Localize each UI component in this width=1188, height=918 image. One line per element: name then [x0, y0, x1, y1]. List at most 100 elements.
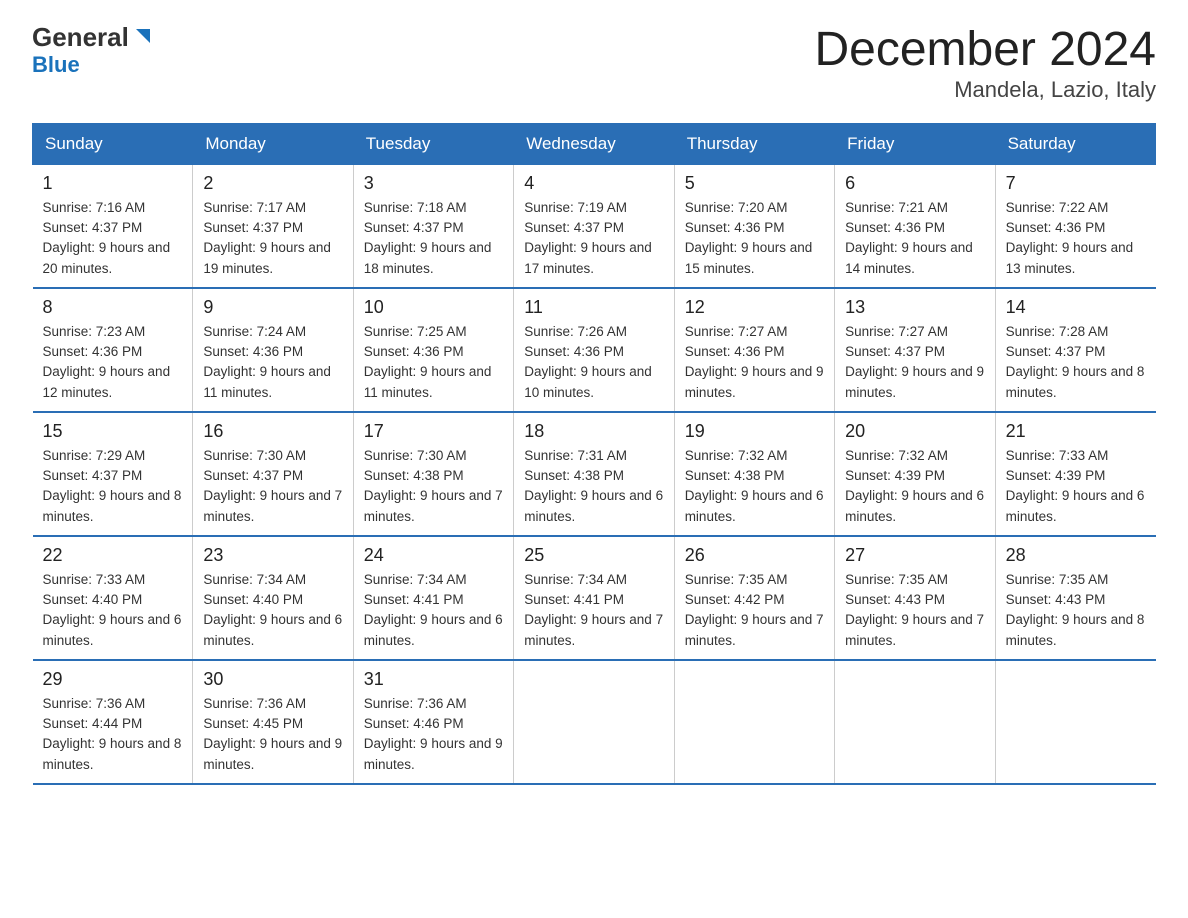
- day-info: Sunrise: 7:27 AM Sunset: 4:37 PM Dayligh…: [845, 322, 984, 403]
- day-info: Sunrise: 7:35 AM Sunset: 4:43 PM Dayligh…: [1006, 570, 1146, 651]
- title-block: December 2024 Mandela, Lazio, Italy: [814, 24, 1156, 103]
- day-info: Sunrise: 7:36 AM Sunset: 4:44 PM Dayligh…: [43, 694, 183, 775]
- calendar-day-cell: 9 Sunrise: 7:24 AM Sunset: 4:36 PM Dayli…: [193, 288, 353, 412]
- calendar-week-row: 29 Sunrise: 7:36 AM Sunset: 4:44 PM Dayl…: [33, 660, 1156, 784]
- calendar-day-cell: 7 Sunrise: 7:22 AM Sunset: 4:36 PM Dayli…: [995, 164, 1155, 288]
- day-number: 12: [685, 297, 824, 318]
- weekday-header-tuesday: Tuesday: [353, 123, 513, 164]
- calendar-day-cell: 22 Sunrise: 7:33 AM Sunset: 4:40 PM Dayl…: [33, 536, 193, 660]
- calendar-week-row: 8 Sunrise: 7:23 AM Sunset: 4:36 PM Dayli…: [33, 288, 1156, 412]
- day-number: 14: [1006, 297, 1146, 318]
- day-number: 28: [1006, 545, 1146, 566]
- calendar-day-cell: 24 Sunrise: 7:34 AM Sunset: 4:41 PM Dayl…: [353, 536, 513, 660]
- day-number: 23: [203, 545, 342, 566]
- weekday-header-sunday: Sunday: [33, 123, 193, 164]
- day-number: 18: [524, 421, 663, 442]
- day-info: Sunrise: 7:23 AM Sunset: 4:36 PM Dayligh…: [43, 322, 183, 403]
- day-info: Sunrise: 7:27 AM Sunset: 4:36 PM Dayligh…: [685, 322, 824, 403]
- calendar-week-row: 15 Sunrise: 7:29 AM Sunset: 4:37 PM Dayl…: [33, 412, 1156, 536]
- day-number: 9: [203, 297, 342, 318]
- day-info: Sunrise: 7:33 AM Sunset: 4:39 PM Dayligh…: [1006, 446, 1146, 527]
- day-info: Sunrise: 7:28 AM Sunset: 4:37 PM Dayligh…: [1006, 322, 1146, 403]
- calendar-day-cell: 26 Sunrise: 7:35 AM Sunset: 4:42 PM Dayl…: [674, 536, 834, 660]
- day-info: Sunrise: 7:32 AM Sunset: 4:39 PM Dayligh…: [845, 446, 984, 527]
- day-number: 29: [43, 669, 183, 690]
- weekday-header-saturday: Saturday: [995, 123, 1155, 164]
- calendar-empty-cell: [514, 660, 674, 784]
- calendar-day-cell: 2 Sunrise: 7:17 AM Sunset: 4:37 PM Dayli…: [193, 164, 353, 288]
- day-info: Sunrise: 7:25 AM Sunset: 4:36 PM Dayligh…: [364, 322, 503, 403]
- day-number: 7: [1006, 173, 1146, 194]
- day-info: Sunrise: 7:24 AM Sunset: 4:36 PM Dayligh…: [203, 322, 342, 403]
- weekday-header-monday: Monday: [193, 123, 353, 164]
- calendar-day-cell: 8 Sunrise: 7:23 AM Sunset: 4:36 PM Dayli…: [33, 288, 193, 412]
- day-info: Sunrise: 7:36 AM Sunset: 4:45 PM Dayligh…: [203, 694, 342, 775]
- day-number: 15: [43, 421, 183, 442]
- day-info: Sunrise: 7:31 AM Sunset: 4:38 PM Dayligh…: [524, 446, 663, 527]
- day-info: Sunrise: 7:34 AM Sunset: 4:41 PM Dayligh…: [524, 570, 663, 651]
- calendar-day-cell: 19 Sunrise: 7:32 AM Sunset: 4:38 PM Dayl…: [674, 412, 834, 536]
- day-number: 2: [203, 173, 342, 194]
- calendar-day-cell: 30 Sunrise: 7:36 AM Sunset: 4:45 PM Dayl…: [193, 660, 353, 784]
- logo-blue: Blue: [32, 52, 80, 78]
- day-info: Sunrise: 7:32 AM Sunset: 4:38 PM Dayligh…: [685, 446, 824, 527]
- day-info: Sunrise: 7:21 AM Sunset: 4:36 PM Dayligh…: [845, 198, 984, 279]
- day-number: 20: [845, 421, 984, 442]
- day-number: 21: [1006, 421, 1146, 442]
- calendar-day-cell: 31 Sunrise: 7:36 AM Sunset: 4:46 PM Dayl…: [353, 660, 513, 784]
- calendar-day-cell: 17 Sunrise: 7:30 AM Sunset: 4:38 PM Dayl…: [353, 412, 513, 536]
- day-info: Sunrise: 7:16 AM Sunset: 4:37 PM Dayligh…: [43, 198, 183, 279]
- day-number: 1: [43, 173, 183, 194]
- day-info: Sunrise: 7:34 AM Sunset: 4:40 PM Dayligh…: [203, 570, 342, 651]
- calendar-week-row: 22 Sunrise: 7:33 AM Sunset: 4:40 PM Dayl…: [33, 536, 1156, 660]
- day-info: Sunrise: 7:35 AM Sunset: 4:42 PM Dayligh…: [685, 570, 824, 651]
- day-number: 31: [364, 669, 503, 690]
- day-number: 10: [364, 297, 503, 318]
- day-info: Sunrise: 7:17 AM Sunset: 4:37 PM Dayligh…: [203, 198, 342, 279]
- day-info: Sunrise: 7:19 AM Sunset: 4:37 PM Dayligh…: [524, 198, 663, 279]
- day-number: 17: [364, 421, 503, 442]
- calendar-day-cell: 20 Sunrise: 7:32 AM Sunset: 4:39 PM Dayl…: [835, 412, 995, 536]
- logo-general: General: [32, 24, 129, 50]
- calendar-day-cell: 15 Sunrise: 7:29 AM Sunset: 4:37 PM Dayl…: [33, 412, 193, 536]
- day-info: Sunrise: 7:29 AM Sunset: 4:37 PM Dayligh…: [43, 446, 183, 527]
- day-info: Sunrise: 7:36 AM Sunset: 4:46 PM Dayligh…: [364, 694, 503, 775]
- calendar-day-cell: 25 Sunrise: 7:34 AM Sunset: 4:41 PM Dayl…: [514, 536, 674, 660]
- day-number: 30: [203, 669, 342, 690]
- calendar-day-cell: 5 Sunrise: 7:20 AM Sunset: 4:36 PM Dayli…: [674, 164, 834, 288]
- day-number: 4: [524, 173, 663, 194]
- weekday-header-wednesday: Wednesday: [514, 123, 674, 164]
- logo-triangle-icon: [130, 25, 152, 47]
- day-info: Sunrise: 7:33 AM Sunset: 4:40 PM Dayligh…: [43, 570, 183, 651]
- day-info: Sunrise: 7:34 AM Sunset: 4:41 PM Dayligh…: [364, 570, 503, 651]
- day-number: 16: [203, 421, 342, 442]
- calendar-day-cell: 11 Sunrise: 7:26 AM Sunset: 4:36 PM Dayl…: [514, 288, 674, 412]
- calendar-table: SundayMondayTuesdayWednesdayThursdayFrid…: [32, 123, 1156, 785]
- calendar-day-cell: 13 Sunrise: 7:27 AM Sunset: 4:37 PM Dayl…: [835, 288, 995, 412]
- calendar-week-row: 1 Sunrise: 7:16 AM Sunset: 4:37 PM Dayli…: [33, 164, 1156, 288]
- weekday-header-thursday: Thursday: [674, 123, 834, 164]
- calendar-empty-cell: [835, 660, 995, 784]
- day-info: Sunrise: 7:26 AM Sunset: 4:36 PM Dayligh…: [524, 322, 663, 403]
- page-header: General Blue December 2024 Mandela, Lazi…: [32, 24, 1156, 103]
- day-number: 11: [524, 297, 663, 318]
- day-info: Sunrise: 7:30 AM Sunset: 4:37 PM Dayligh…: [203, 446, 342, 527]
- day-number: 25: [524, 545, 663, 566]
- day-number: 5: [685, 173, 824, 194]
- day-number: 24: [364, 545, 503, 566]
- day-info: Sunrise: 7:30 AM Sunset: 4:38 PM Dayligh…: [364, 446, 503, 527]
- calendar-day-cell: 3 Sunrise: 7:18 AM Sunset: 4:37 PM Dayli…: [353, 164, 513, 288]
- page-subtitle: Mandela, Lazio, Italy: [814, 77, 1156, 103]
- calendar-day-cell: 18 Sunrise: 7:31 AM Sunset: 4:38 PM Dayl…: [514, 412, 674, 536]
- day-info: Sunrise: 7:20 AM Sunset: 4:36 PM Dayligh…: [685, 198, 824, 279]
- day-info: Sunrise: 7:18 AM Sunset: 4:37 PM Dayligh…: [364, 198, 503, 279]
- calendar-day-cell: 10 Sunrise: 7:25 AM Sunset: 4:36 PM Dayl…: [353, 288, 513, 412]
- calendar-day-cell: 28 Sunrise: 7:35 AM Sunset: 4:43 PM Dayl…: [995, 536, 1155, 660]
- logo: General Blue: [32, 24, 152, 78]
- day-number: 19: [685, 421, 824, 442]
- day-number: 6: [845, 173, 984, 194]
- calendar-header-row: SundayMondayTuesdayWednesdayThursdayFrid…: [33, 123, 1156, 164]
- calendar-day-cell: 1 Sunrise: 7:16 AM Sunset: 4:37 PM Dayli…: [33, 164, 193, 288]
- day-number: 8: [43, 297, 183, 318]
- calendar-day-cell: 4 Sunrise: 7:19 AM Sunset: 4:37 PM Dayli…: [514, 164, 674, 288]
